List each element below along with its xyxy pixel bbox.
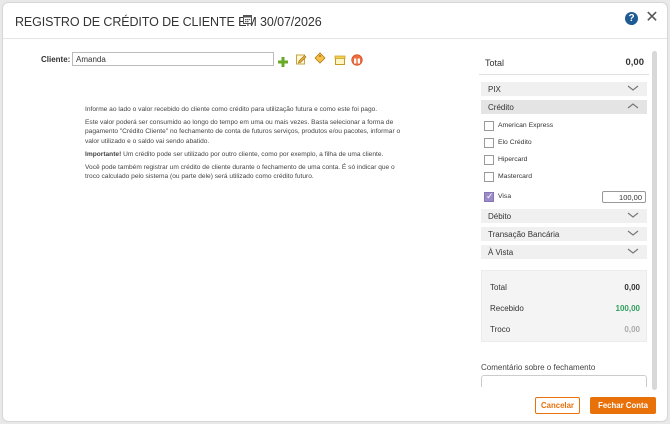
chevron-down-icon bbox=[627, 230, 639, 236]
info-important-text: Um crédito pode ser utilizado por outro … bbox=[121, 150, 384, 158]
help-icon[interactable]: ? bbox=[625, 12, 638, 25]
payment-method-a-vista[interactable]: À Vista bbox=[481, 245, 647, 260]
scrollbar-track[interactable] bbox=[652, 51, 657, 390]
card-checkbox[interactable] bbox=[484, 121, 494, 131]
cancel-button[interactable]: Cancelar bbox=[535, 397, 580, 414]
total-label: Total bbox=[485, 58, 505, 68]
card-option[interactable]: American Express bbox=[481, 118, 647, 135]
card-amount-input[interactable] bbox=[602, 191, 646, 203]
close-account-button[interactable]: Fechar Conta bbox=[590, 397, 656, 414]
info-paragraph: Importante! Um crédito pode ser utilizad… bbox=[85, 150, 407, 159]
payment-method-debito[interactable]: Débito bbox=[481, 209, 647, 224]
credit-dialog: REGISTRO DE CRÉDITO DE CLIENTE EM 30/07/… bbox=[2, 2, 668, 422]
payment-method-transacao-bancaria[interactable]: Transação Bancária bbox=[481, 227, 647, 242]
card-option[interactable]: Elo Crédito bbox=[481, 135, 647, 152]
payment-method-label: Transação Bancária bbox=[488, 230, 560, 239]
client-input[interactable] bbox=[72, 52, 274, 66]
dialog-header: REGISTRO DE CRÉDITO DE CLIENTE EM 30/07/… bbox=[3, 3, 667, 39]
card-label: American Express bbox=[498, 122, 554, 129]
payment-method-label: Crédito bbox=[488, 103, 514, 112]
card-checkbox[interactable] bbox=[484, 138, 494, 148]
payment-method-label: À Vista bbox=[488, 248, 514, 257]
summary-change-row: Troco 0,00 bbox=[490, 321, 640, 341]
summary-change-label: Troco bbox=[490, 325, 511, 334]
payment-method-credito[interactable]: Crédito bbox=[481, 100, 647, 115]
chevron-up-icon bbox=[627, 103, 639, 109]
gift-icon[interactable] bbox=[351, 54, 363, 66]
client-label: Cliente: bbox=[41, 55, 71, 64]
payment-method-label: Débito bbox=[488, 212, 512, 221]
card-label: Elo Crédito bbox=[498, 139, 532, 146]
info-text: Informe ao lado o valor recebido do clie… bbox=[85, 105, 407, 185]
card-option[interactable]: Mastercard bbox=[481, 169, 647, 186]
summary-received-row: Recebido 100,00 bbox=[490, 300, 640, 320]
summary-received-value: 100,00 bbox=[615, 304, 640, 313]
total-value: 0,00 bbox=[625, 57, 645, 68]
payment-summary: Total 0,00 Recebido 100,00 Troco 0,00 bbox=[481, 270, 647, 342]
chevron-down-icon bbox=[627, 85, 639, 91]
comment-label: Comentário sobre o fechamento bbox=[481, 363, 596, 372]
tag-icon[interactable] bbox=[314, 52, 326, 64]
calendar-icon[interactable] bbox=[243, 14, 252, 24]
card-checkbox[interactable] bbox=[484, 172, 494, 182]
card-label: Visa bbox=[498, 193, 512, 200]
scrollbar-thumb[interactable] bbox=[652, 51, 657, 390]
chevron-down-icon bbox=[627, 248, 639, 254]
payment-method-label: PIX bbox=[488, 85, 501, 94]
box-icon[interactable] bbox=[334, 54, 346, 66]
card-checkbox[interactable] bbox=[484, 155, 494, 165]
info-paragraph: Você pode também registrar um crédito de… bbox=[85, 164, 395, 181]
dialog-title: REGISTRO DE CRÉDITO DE CLIENTE EM 30/07/… bbox=[15, 15, 322, 29]
payment-method-pix[interactable]: PIX bbox=[481, 82, 647, 97]
summary-change-value: 0,00 bbox=[624, 325, 640, 334]
card-checkbox-checked[interactable] bbox=[484, 191, 494, 202]
add-icon[interactable] bbox=[277, 56, 289, 68]
close-icon[interactable]: ✕ bbox=[645, 10, 659, 26]
summary-total-value: 0,00 bbox=[624, 283, 640, 292]
chevron-down-icon bbox=[627, 212, 639, 218]
summary-total-label: Total bbox=[490, 283, 507, 292]
info-paragraph: Informe ao lado o valor recebido do clie… bbox=[85, 106, 378, 113]
summary-total-row: Total 0,00 bbox=[490, 279, 640, 299]
card-label: Mastercard bbox=[498, 173, 532, 180]
info-important-label: Importante! bbox=[85, 150, 122, 158]
card-label: Hipercard bbox=[498, 156, 528, 163]
card-option[interactable]: Hipercard bbox=[481, 152, 647, 169]
edit-icon[interactable] bbox=[295, 53, 307, 65]
info-paragraph: Este valor poderá ser consumido ao longo… bbox=[85, 119, 401, 145]
comment-textarea[interactable] bbox=[481, 375, 647, 387]
card-option-visa[interactable]: Visa bbox=[481, 189, 647, 206]
total-header: Total 0,00 bbox=[479, 49, 649, 75]
summary-received-label: Recebido bbox=[490, 304, 524, 313]
